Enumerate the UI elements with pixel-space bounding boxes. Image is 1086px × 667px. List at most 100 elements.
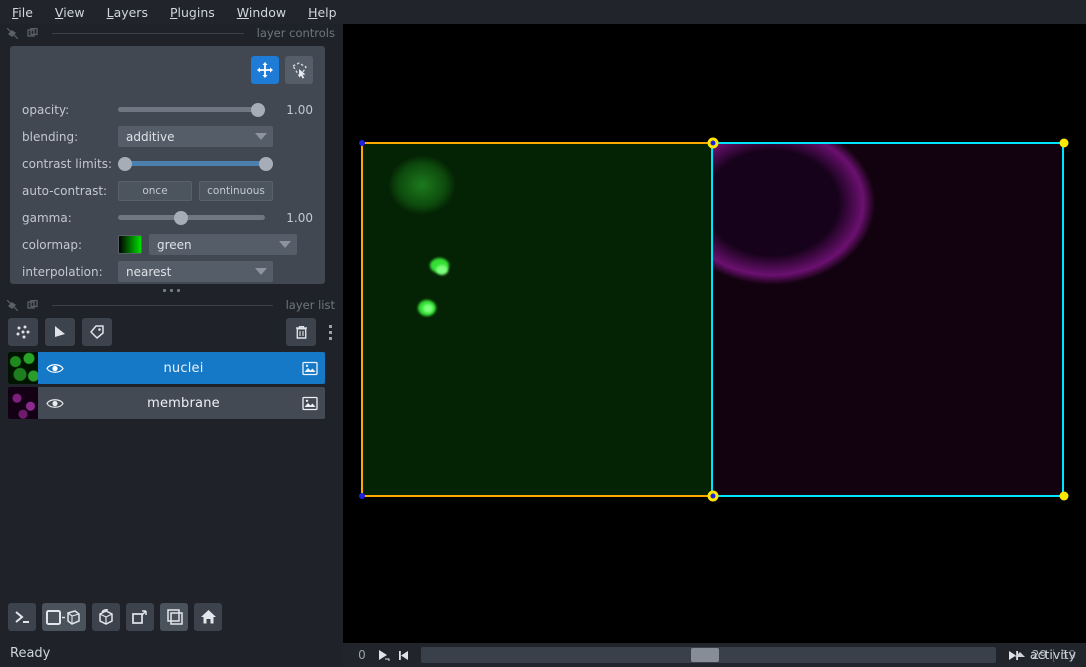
pan-zoom-tool-button[interactable] bbox=[251, 56, 279, 84]
gamma-value: 1.00 bbox=[286, 210, 313, 225]
contrast-limits-high-knob[interactable] bbox=[259, 156, 273, 171]
auto-contrast-label: auto-contrast: bbox=[22, 183, 108, 198]
bbox-handle-bottom-right[interactable] bbox=[1059, 491, 1069, 501]
colormap-row: colormap: green bbox=[22, 233, 313, 256]
contrast-limits-low-knob[interactable] bbox=[118, 156, 132, 171]
home-button[interactable] bbox=[194, 603, 222, 631]
layer-controls-panel: opacity: 1.00 blending: additive contras… bbox=[10, 46, 325, 284]
roll-dims-button[interactable] bbox=[92, 603, 120, 631]
image-layer-icon bbox=[295, 361, 325, 376]
colormap-value: green bbox=[157, 237, 192, 252]
chevron-down-icon bbox=[279, 241, 291, 248]
blending-label: blending: bbox=[22, 129, 79, 144]
transform-tool-button[interactable] bbox=[285, 56, 313, 84]
menu-help[interactable]: Help bbox=[306, 3, 339, 22]
gamma-slider[interactable] bbox=[118, 209, 265, 227]
layer-thumbnail bbox=[8, 387, 38, 419]
bbox-handle-bottom-left[interactable] bbox=[359, 493, 365, 499]
blending-value: additive bbox=[126, 129, 175, 144]
transpose-dims-button[interactable] bbox=[126, 603, 154, 631]
gamma-track bbox=[118, 215, 265, 220]
menu-view-label: iew bbox=[63, 4, 85, 20]
bbox-handle-top-middle[interactable] bbox=[707, 137, 719, 149]
opacity-row: opacity: 1.00 bbox=[22, 98, 313, 121]
menu-layers[interactable]: Layers bbox=[105, 3, 150, 22]
layer-list-menu-button[interactable] bbox=[323, 324, 337, 340]
left-dock-panel: layer controls opacity: 1.00 blending: a… bbox=[0, 24, 343, 667]
colormap-select[interactable]: green bbox=[149, 234, 297, 255]
close-dock-icon[interactable] bbox=[26, 299, 39, 312]
layer-row-membrane[interactable]: membrane bbox=[8, 387, 325, 419]
delete-layer-button[interactable] bbox=[286, 318, 316, 346]
menu-view[interactable]: View bbox=[53, 3, 87, 22]
mitotic-cell-spot bbox=[436, 265, 448, 275]
auto-contrast-once-button[interactable]: once bbox=[118, 180, 192, 201]
bbox-handle-top-left[interactable] bbox=[359, 140, 365, 146]
panel-splitter-handle[interactable] bbox=[0, 284, 343, 296]
main-split: layer controls opacity: 1.00 blending: a… bbox=[0, 24, 1086, 667]
layer-list-toolbar bbox=[0, 314, 343, 352]
menu-help-label: elp bbox=[317, 4, 337, 20]
gamma-knob[interactable] bbox=[173, 210, 188, 225]
nuclei-image-layer bbox=[362, 143, 712, 496]
colormap-swatch bbox=[118, 235, 142, 254]
layer-controls-dock-header: layer controls bbox=[0, 24, 343, 42]
close-dock-icon[interactable] bbox=[26, 27, 39, 40]
console-button[interactable] bbox=[8, 603, 36, 631]
image-canvas[interactable] bbox=[343, 24, 1086, 643]
new-points-layer-button[interactable] bbox=[8, 318, 38, 346]
dim-axis-label: 0 bbox=[358, 648, 366, 662]
layer-list-dock-header: layer list bbox=[0, 296, 343, 314]
menu-plugins-label: lugins bbox=[177, 4, 215, 20]
bbox-handle-bottom-middle[interactable] bbox=[707, 490, 719, 502]
menu-plugins[interactable]: Plugins bbox=[168, 3, 217, 22]
layer-name-label: membrane bbox=[147, 395, 220, 411]
auto-contrast-continuous-button[interactable]: continuous bbox=[199, 180, 273, 201]
contrast-limits-track bbox=[118, 161, 273, 166]
chevron-down-icon bbox=[255, 268, 267, 275]
image-layer-icon bbox=[295, 396, 325, 411]
mitotic-cell-spot bbox=[423, 304, 433, 313]
dims-slider[interactable] bbox=[421, 647, 996, 663]
gamma-label: gamma: bbox=[22, 210, 72, 225]
grid-view-button[interactable] bbox=[160, 603, 188, 631]
menu-window[interactable]: Window bbox=[235, 3, 288, 22]
new-labels-layer-button[interactable] bbox=[82, 318, 112, 346]
membrane-image-layer bbox=[712, 143, 1063, 496]
menu-file-label: ile bbox=[18, 4, 33, 20]
viewer-buttons-toolbar bbox=[8, 603, 222, 631]
menu-plugins-accel: P bbox=[169, 4, 178, 20]
step-to-start-button[interactable] bbox=[396, 647, 411, 663]
status-bar-text: Ready bbox=[10, 646, 51, 661]
layer-controls-title: layer controls bbox=[256, 26, 335, 40]
bbox-handle-top-right[interactable] bbox=[1059, 138, 1069, 148]
opacity-track bbox=[118, 107, 265, 112]
opacity-slider[interactable] bbox=[118, 101, 265, 119]
layer-visibility-toggle[interactable] bbox=[38, 397, 72, 410]
colormap-label: colormap: bbox=[22, 237, 83, 252]
opacity-knob[interactable] bbox=[251, 102, 265, 117]
opacity-label: opacity: bbox=[22, 102, 70, 117]
play-button[interactable] bbox=[375, 647, 390, 663]
layer-visibility-toggle[interactable] bbox=[38, 362, 72, 375]
contrast-limits-label: contrast limits: bbox=[22, 156, 112, 171]
menu-file[interactable]: File bbox=[10, 3, 35, 22]
chevron-down-icon bbox=[255, 133, 267, 140]
layer-row-nuclei[interactable]: nuclei bbox=[8, 352, 325, 384]
ndisplay-toggle-button[interactable] bbox=[42, 603, 86, 631]
dims-slider-knob[interactable] bbox=[691, 648, 720, 662]
auto-contrast-row: auto-contrast: once continuous bbox=[22, 179, 313, 202]
interpolation-value: nearest bbox=[126, 264, 172, 279]
activity-button[interactable]: activity bbox=[1014, 647, 1076, 662]
contrast-limits-row: contrast limits: bbox=[22, 152, 313, 175]
float-dock-icon[interactable] bbox=[6, 299, 19, 312]
blending-select[interactable]: additive bbox=[118, 126, 273, 147]
layer-list-title: layer list bbox=[285, 298, 335, 312]
interpolation-label: interpolation: bbox=[22, 264, 103, 279]
menu-window-label: indow bbox=[248, 4, 287, 20]
new-shapes-layer-button[interactable] bbox=[45, 318, 75, 346]
layer-mode-toolbar bbox=[22, 56, 313, 84]
float-dock-icon[interactable] bbox=[6, 27, 19, 40]
contrast-limits-slider[interactable] bbox=[118, 155, 273, 173]
interpolation-select[interactable]: nearest bbox=[118, 261, 273, 282]
